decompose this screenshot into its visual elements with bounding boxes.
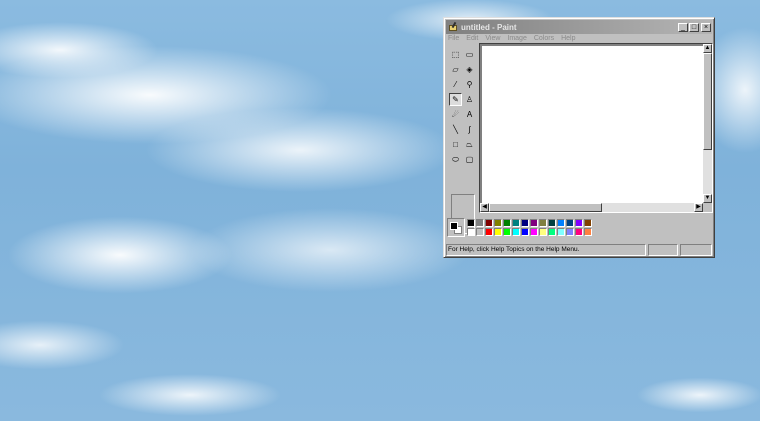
color-swatch[interactable]: [494, 219, 502, 227]
maximize-button[interactable]: □: [689, 22, 699, 32]
color-swatch[interactable]: [467, 219, 475, 227]
scroll-down-button[interactable]: ▼: [703, 194, 712, 203]
airbrush-icon: ☄: [451, 110, 460, 119]
horizontal-scroll-thumb[interactable]: [489, 203, 602, 212]
color-swatch[interactable]: [476, 219, 484, 227]
scroll-left-button[interactable]: ◀: [480, 203, 489, 212]
rounded-rectangle-tool[interactable]: ▢: [463, 153, 476, 166]
color-swatch[interactable]: [557, 219, 565, 227]
curve-tool[interactable]: ∫: [463, 123, 476, 136]
status-cursor-position: [648, 244, 678, 256]
color-swatch[interactable]: [485, 219, 493, 227]
color-swatch[interactable]: [575, 228, 583, 236]
color-swatch[interactable]: [548, 228, 556, 236]
curve-icon: ∫: [468, 125, 471, 134]
color-swatch[interactable]: [494, 228, 502, 236]
paint-app-icon[interactable]: [448, 21, 458, 32]
color-swatch[interactable]: [503, 228, 511, 236]
foreground-color: [450, 222, 458, 230]
pencil-tool[interactable]: ✎: [449, 93, 462, 106]
free-form-select-icon: ⬚: [451, 50, 460, 59]
canvas-area: ▲ ▼ ◀ ▶: [479, 43, 713, 213]
color-swatch[interactable]: [575, 219, 583, 227]
brush-tool[interactable]: ♙: [463, 93, 476, 106]
status-selection-size: [680, 244, 712, 256]
scroll-up-button[interactable]: ▲: [703, 44, 712, 53]
color-swatch[interactable]: [530, 228, 538, 236]
horizontal-scrollbar[interactable]: ◀ ▶: [480, 203, 703, 212]
select-tool[interactable]: ▭: [463, 48, 476, 61]
line-icon: ╲: [453, 125, 458, 134]
color-swatch[interactable]: [521, 228, 529, 236]
select-icon: ▭: [465, 50, 474, 59]
text-tool[interactable]: A: [463, 108, 476, 121]
eraser-tool[interactable]: ▱: [449, 63, 462, 76]
rectangle-icon: □: [453, 140, 458, 149]
text-icon: A: [466, 110, 473, 119]
magnifier-icon: ⚲: [466, 80, 473, 89]
color-swatch[interactable]: [539, 219, 547, 227]
airbrush-tool[interactable]: ☄: [449, 108, 462, 121]
menu-file[interactable]: File: [448, 35, 459, 46]
title-bar[interactable]: untitled - Paint _ □ ×: [446, 20, 712, 34]
current-colors[interactable]: [447, 218, 465, 237]
rounded-rectangle-icon: ▢: [465, 155, 474, 164]
pick-color-tool[interactable]: ⁄: [449, 78, 462, 91]
color-swatch[interactable]: [512, 219, 520, 227]
color-palette: [467, 219, 592, 236]
color-swatch[interactable]: [530, 219, 538, 227]
toolbox: ⬚ ▭ ▱ ◈ ⁄ ⚲ ✎ ♙ ☄ A ╲ ∫ □ ⏢ ⬭ ▢: [447, 46, 477, 234]
color-swatch[interactable]: [548, 219, 556, 227]
line-tool[interactable]: ╲: [449, 123, 462, 136]
magnifier-tool[interactable]: ⚲: [463, 78, 476, 91]
color-swatch[interactable]: [476, 228, 484, 236]
fill-icon: ◈: [466, 65, 473, 74]
close-button[interactable]: ×: [701, 22, 711, 32]
menu-edit[interactable]: Edit: [466, 35, 478, 46]
fill-tool[interactable]: ◈: [463, 63, 476, 76]
color-swatch[interactable]: [512, 228, 520, 236]
status-bar: For Help, click Help Topics on the Help …: [446, 244, 712, 256]
vertical-scroll-thumb[interactable]: [703, 53, 712, 150]
color-swatch[interactable]: [566, 228, 574, 236]
free-form-select-tool[interactable]: ⬚: [449, 48, 462, 61]
color-swatch[interactable]: [485, 228, 493, 236]
vertical-scrollbar[interactable]: ▲ ▼: [703, 44, 712, 203]
ellipse-tool[interactable]: ⬭: [449, 153, 462, 166]
polygon-tool[interactable]: ⏢: [463, 138, 476, 151]
scroll-right-button[interactable]: ▶: [694, 203, 703, 212]
eraser-icon: ▱: [452, 65, 459, 74]
pencil-icon: ✎: [452, 95, 459, 104]
color-swatch[interactable]: [539, 228, 547, 236]
color-swatch[interactable]: [566, 219, 574, 227]
scrollbar-corner: [703, 203, 712, 212]
polygon-icon: ⏢: [466, 139, 473, 149]
pick-color-icon: ⁄: [454, 80, 457, 89]
color-swatch[interactable]: [557, 228, 565, 236]
drawing-canvas[interactable]: [482, 46, 703, 204]
color-box: [447, 217, 607, 239]
brush-icon: ♙: [465, 95, 474, 104]
color-swatch[interactable]: [503, 219, 511, 227]
color-swatch[interactable]: [584, 219, 592, 227]
window-title: untitled - Paint: [461, 22, 517, 32]
paint-window: untitled - Paint _ □ × File Edit View Im…: [443, 17, 715, 258]
minimize-button[interactable]: _: [678, 22, 688, 32]
color-swatch[interactable]: [521, 219, 529, 227]
color-swatch[interactable]: [584, 228, 592, 236]
ellipse-icon: ⬭: [452, 154, 459, 164]
status-help-text: For Help, click Help Topics on the Help …: [446, 244, 646, 256]
color-swatch[interactable]: [467, 228, 475, 236]
rectangle-tool[interactable]: □: [449, 138, 462, 151]
